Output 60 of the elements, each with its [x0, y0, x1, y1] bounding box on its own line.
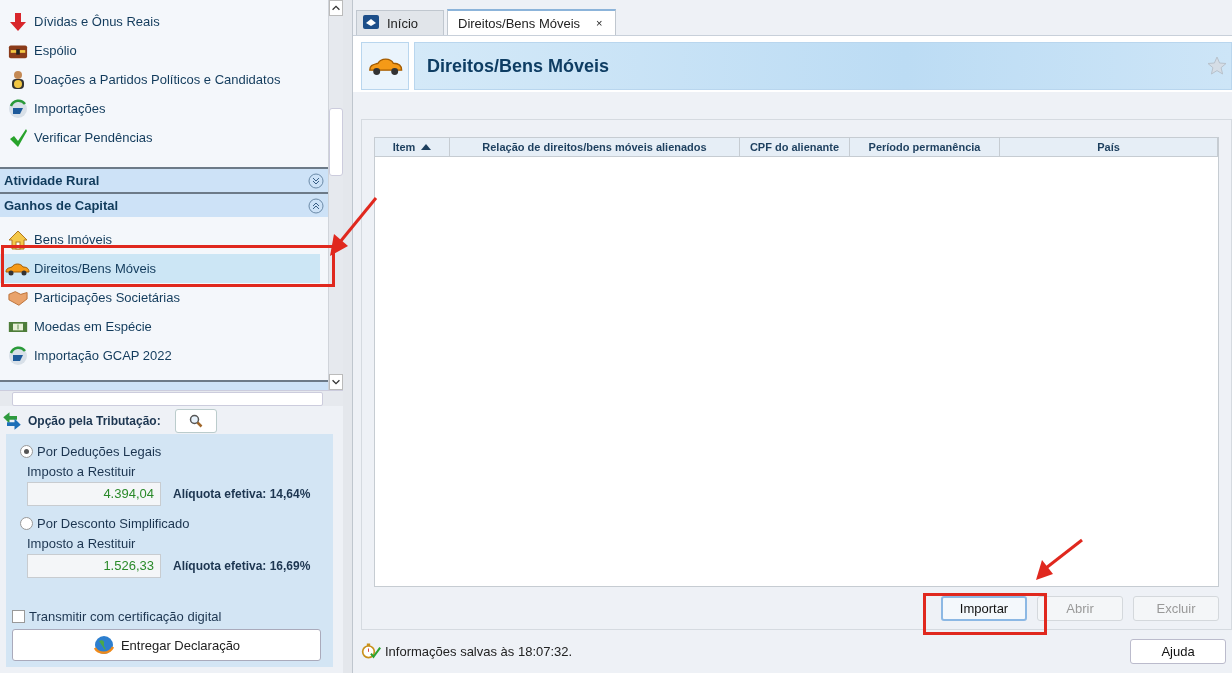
column-header[interactable]: CPF do alienante: [740, 138, 850, 156]
scroll-thumb[interactable]: [12, 392, 323, 406]
scroll-thumb[interactable]: [329, 108, 343, 176]
tab[interactable]: Início: [356, 10, 444, 35]
certificate-checkbox[interactable]: Transmitir com certificação digital: [12, 609, 323, 624]
horizontal-scrollbar[interactable]: [0, 390, 343, 406]
search-button[interactable]: [174, 409, 217, 433]
page-title: Direitos/Bens Móveis: [427, 55, 610, 77]
sidebar-item[interactable]: Importação GCAP 2022: [0, 341, 320, 370]
effective-rate: Alíquota efetiva: 16,69%: [173, 559, 311, 573]
scroll-down-icon[interactable]: [329, 374, 343, 390]
vertical-scrollbar[interactable]: [328, 0, 343, 390]
radio-option[interactable]: Por Desconto Simplificado: [20, 514, 323, 532]
effective-rate: Alíquota efetiva: 14,64%: [173, 487, 311, 501]
house-icon: [8, 229, 28, 250]
sort-ascending-icon: [421, 144, 432, 150]
column-header[interactable]: Período permanência: [850, 138, 1000, 156]
sidebar-item[interactable]: Espólio: [0, 36, 320, 65]
sidebar-item[interactable]: Moedas em Espécie: [0, 312, 320, 341]
column-header[interactable]: Relação de direitos/bens móveis alienados: [450, 138, 740, 156]
annotation-arrow: [328, 196, 378, 258]
collapse-icon: [308, 197, 324, 214]
submit-button[interactable]: Entregar Declaração: [12, 629, 321, 661]
column-header[interactable]: País: [1000, 138, 1218, 156]
sidebar-item[interactable]: Bens Imóveis: [0, 225, 320, 254]
sidebar-item[interactable]: Dívidas e Ônus Reais: [0, 7, 320, 36]
taxation-label: Opção pela Tributação:: [28, 414, 161, 428]
radio-option[interactable]: Por Deduções Legais: [20, 442, 323, 460]
section-header[interactable]: Ganhos de Capital: [0, 192, 328, 217]
import-icon: [8, 345, 28, 366]
amount-label: Imposto a Restituir: [27, 536, 137, 551]
star-icon[interactable]: [1207, 56, 1227, 76]
import-icon: [8, 98, 28, 119]
status-text: Informações salvas às 18:07:32.: [385, 643, 573, 659]
stopwatch-check-icon: [361, 641, 381, 661]
column-header[interactable]: Item: [375, 138, 450, 156]
amount-field: 1.526,33: [27, 554, 161, 578]
search-icon: [188, 414, 203, 428]
amount-label: Imposto a Restituir: [27, 464, 137, 479]
check-icon: [8, 127, 28, 148]
radio-button[interactable]: [20, 444, 33, 458]
sidebar-item[interactable]: Importações: [0, 94, 320, 123]
down-arrow-icon: [8, 11, 28, 32]
sidebar-item[interactable]: Verificar Pendências: [0, 123, 320, 152]
sidebar-item[interactable]: Participações Societárias: [0, 283, 320, 312]
radio-button[interactable]: [20, 516, 33, 530]
action-button[interactable]: Importar: [941, 595, 1027, 621]
tab[interactable]: Direitos/Bens Móveis ×: [447, 9, 616, 35]
sidebar-item[interactable]: Doações a Partidos Políticos e Candidatos: [0, 65, 320, 94]
help-button[interactable]: Ajuda: [1130, 638, 1226, 664]
scroll-up-icon[interactable]: [329, 0, 343, 16]
close-tab-button[interactable]: ×: [596, 17, 603, 29]
globe-icon: [92, 634, 115, 656]
expand-icon: [308, 172, 324, 189]
amount-field: 4.394,04: [27, 482, 161, 506]
annotation-arrow: [1034, 538, 1084, 582]
sidebar-item[interactable]: Direitos/Bens Móveis: [0, 254, 320, 283]
emblem-icon: [363, 15, 379, 31]
swap-arrows-icon: [2, 411, 22, 431]
section-header[interactable]: Atividade Rural: [0, 167, 328, 192]
